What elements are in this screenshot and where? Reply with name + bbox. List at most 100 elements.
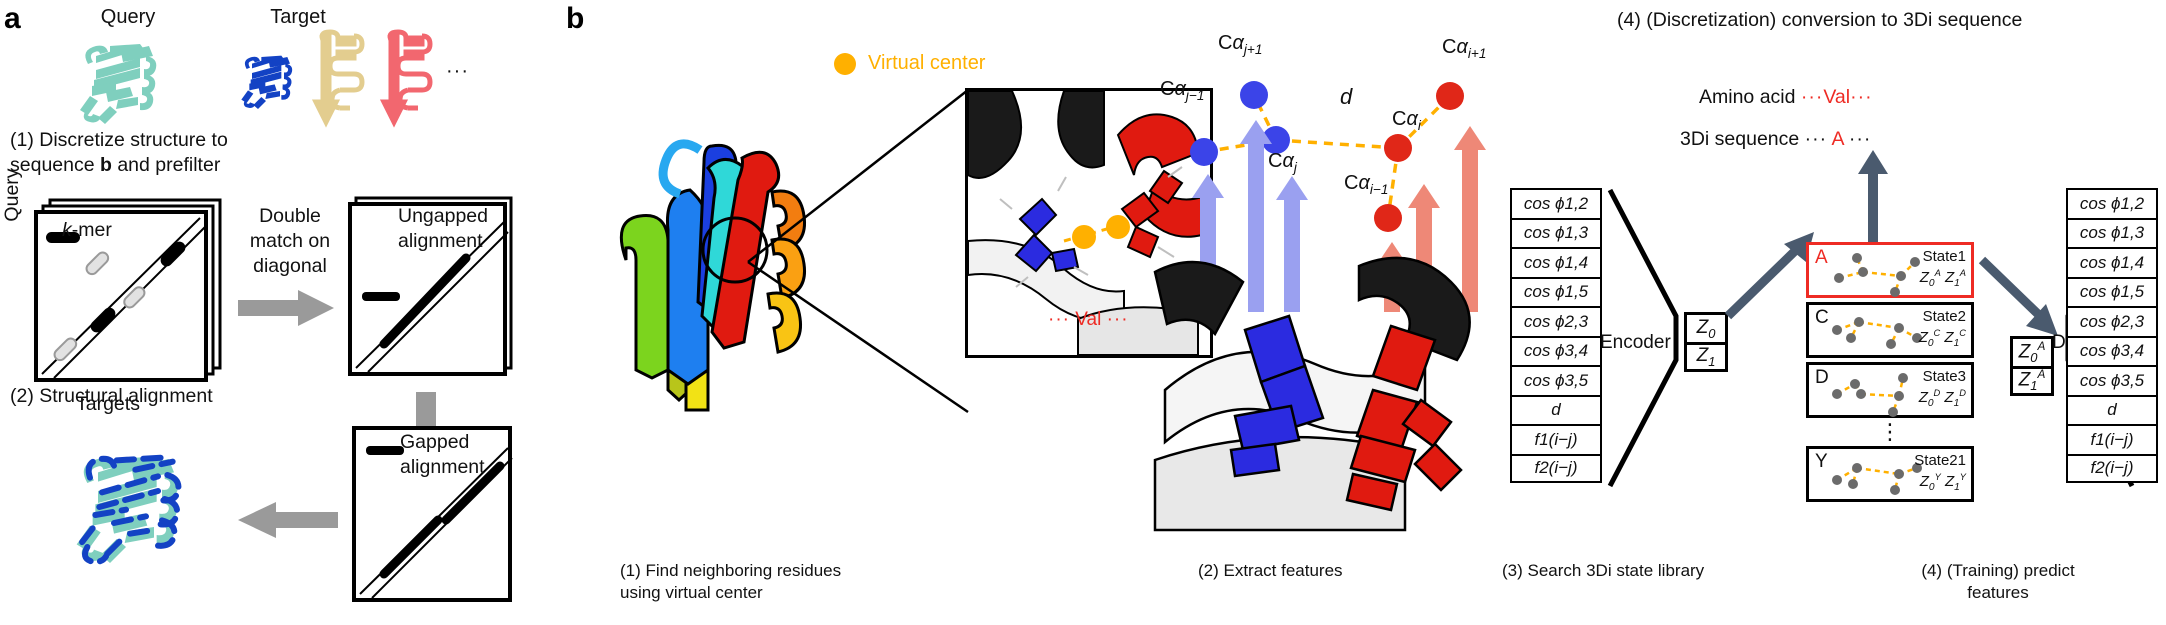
latent-vector-output: Z0A Z1A	[2010, 336, 2054, 396]
feature-cell: cos ϕ1,4	[2066, 247, 2158, 277]
virtual-center-legend: Virtual center	[834, 52, 985, 75]
state-box[interactable]: D State3 Z0D Z1D	[1806, 362, 1974, 418]
three-di-label: 3Di sequence	[1680, 128, 1800, 150]
state-label: State3 Z0D Z1D	[1919, 368, 1966, 412]
c-alpha-label-j-plus-1: Cαj+1	[1218, 32, 1263, 57]
feature-cell: f1(i−j)	[2066, 424, 2158, 454]
three-di-row: 3Di sequence ··· A ···	[1680, 128, 1871, 151]
target-ellipsis: ···	[446, 60, 469, 82]
feature-cell: cos ϕ3,5	[2066, 365, 2158, 395]
state-name: State3	[1922, 368, 1966, 385]
feature-cell: f2(i−j)	[1510, 453, 1602, 483]
state-box[interactable]: C State2 Z0C Z1C	[1806, 302, 1974, 358]
double-match-line2: match on	[249, 230, 331, 252]
three-di-dots-left: ···	[1804, 128, 1828, 150]
feature-cell: cos ϕ2,3	[2066, 306, 2158, 336]
feature-cell: cos ϕ3,4	[2066, 335, 2158, 365]
state-vertical-ellipsis: ⋮	[1879, 419, 1901, 444]
val-inset-label: Val	[1075, 309, 1102, 330]
caption-1-line1: (1) Find neighboring residues	[620, 561, 842, 580]
state-letter: Y	[1815, 451, 1828, 472]
feature-cell: f1(i−j)	[1510, 424, 1602, 454]
three-di-value: A	[1831, 128, 1844, 150]
double-match-line3: diagonal	[253, 255, 327, 277]
state-z-values: Z0C Z1C	[1918, 328, 1966, 349]
arrow-right-prefilter	[238, 288, 338, 328]
gapped-line2: alignment	[400, 456, 485, 478]
panel-a-letter: a	[4, 2, 21, 35]
state-name: State1	[1922, 248, 1966, 265]
feature-cell: cos ϕ1,2	[1510, 188, 1602, 218]
feature-cell: cos ϕ1,2	[2066, 188, 2158, 218]
feature-cell: cos ϕ1,5	[2066, 276, 2158, 306]
target-label: Target	[270, 6, 326, 28]
panel-b-letter: b	[566, 2, 585, 35]
state-label: State21 Z0Y Z1Y	[1914, 452, 1966, 496]
kmer-italic-k: k	[62, 219, 72, 241]
latent-cell: Z0A	[2010, 336, 2054, 366]
three-di-state-library: A State1 Z0A Z1A C State2 Z0C Z1C D Stat…	[1806, 242, 1974, 506]
val-dots-right: ···	[1106, 309, 1129, 330]
state-z-values: Z0Y Z1Y	[1919, 472, 1966, 493]
state-box[interactable]: Y State21 Z0Y Z1Y	[1806, 446, 1974, 502]
matrix-y-axis-label: Query	[1, 168, 23, 222]
val-dots-left: ···	[1048, 309, 1070, 330]
feature-cell: cos ϕ1,3	[1510, 217, 1602, 247]
amino-acid-label: Amino acid	[1699, 86, 1796, 108]
c-alpha-label-i-minus-1: Cαi−1	[1344, 172, 1389, 197]
state-name: State21	[1914, 452, 1966, 469]
amino-acid-dots-right: ···	[1850, 86, 1873, 108]
target-structure-glyph-red	[378, 29, 440, 128]
distance-label-d: d	[1340, 84, 1353, 109]
protein-cartoon-neighbors	[1135, 230, 1535, 532]
caption-4-line2: features	[1967, 583, 2029, 602]
val-inset-label-wrap: ··· Val ···	[1048, 309, 1129, 331]
state-label: State2 Z0C Z1C	[1919, 308, 1966, 352]
feature-cell: f2(i−j)	[2066, 453, 2158, 483]
latent-cell: Z1A	[2010, 366, 2054, 396]
step1-b-symbol: b	[100, 154, 112, 176]
gapped-line1: Gapped	[400, 431, 470, 453]
caption-step-1: (1) Find neighboring residues using virt…	[620, 560, 940, 604]
panel-a-step2-text: (2) Structural alignment	[10, 385, 213, 407]
discretization-step-label: (4) (Discretization) conversion to 3Di s…	[1617, 9, 2023, 31]
virtual-center-dot	[834, 52, 856, 75]
c-alpha-label-i: Cαi	[1392, 108, 1421, 133]
gapped-label: Gapped alignment	[400, 430, 532, 480]
double-match-line1: Double	[259, 205, 321, 227]
caption-4-line1: (4) (Training) predict	[1921, 561, 2075, 580]
feature-cell: cos ϕ3,5	[1510, 365, 1602, 395]
state-label: State1 Z0A Z1A	[1920, 248, 1966, 292]
feature-cell: cos ϕ3,4	[1510, 335, 1602, 365]
latent-cell: Z1	[1684, 342, 1728, 372]
double-match-label: Double match on diagonal	[234, 204, 346, 279]
virtual-center-label: Virtual center	[868, 52, 986, 74]
caption-1-line2: using virtual center	[620, 583, 763, 602]
c-alpha-label-j-minus-1: Cαj−1	[1160, 78, 1205, 103]
caption-step-3: (3) Search 3Di state library	[1502, 561, 1705, 580]
kmer-rest: -mer	[71, 219, 112, 241]
feature-cell: cos ϕ1,3	[2066, 217, 2158, 247]
feature-cell: cos ϕ1,5	[1510, 276, 1602, 306]
feature-cell: d	[1510, 394, 1602, 424]
query-label: Query	[100, 6, 156, 28]
feature-cell: cos ϕ2,3	[1510, 306, 1602, 336]
ungapped-line2: alignment	[398, 230, 483, 252]
state-letter: A	[1815, 247, 1828, 268]
step1-line1: (1) Discretize structure to	[10, 129, 228, 151]
kmer-matrix-stack	[28, 196, 238, 396]
state-name: State2	[1922, 308, 1966, 325]
arrow-left-structural-alignment	[234, 500, 338, 540]
state-letter: C	[1815, 307, 1829, 328]
arrow-up-to-3di	[1856, 148, 1890, 244]
target-structure-glyph-tan	[310, 29, 372, 128]
state-z-values: Z0A Z1A	[1919, 268, 1966, 289]
caption-step-4: (4) (Training) predict features	[1893, 560, 2103, 604]
state-box[interactable]: A State1 Z0A Z1A	[1806, 242, 1974, 298]
amino-acid-dots-left: ···	[1800, 86, 1824, 108]
state-z-values: Z0D Z1D	[1918, 388, 1966, 409]
feature-cell: d	[2066, 394, 2158, 424]
amino-acid-row: Amino acid ···Val···	[1699, 86, 1873, 109]
panel-a-step1-text: (1) Discretize structure to sequence b a…	[10, 128, 310, 178]
query-structure-glyph	[66, 34, 186, 124]
